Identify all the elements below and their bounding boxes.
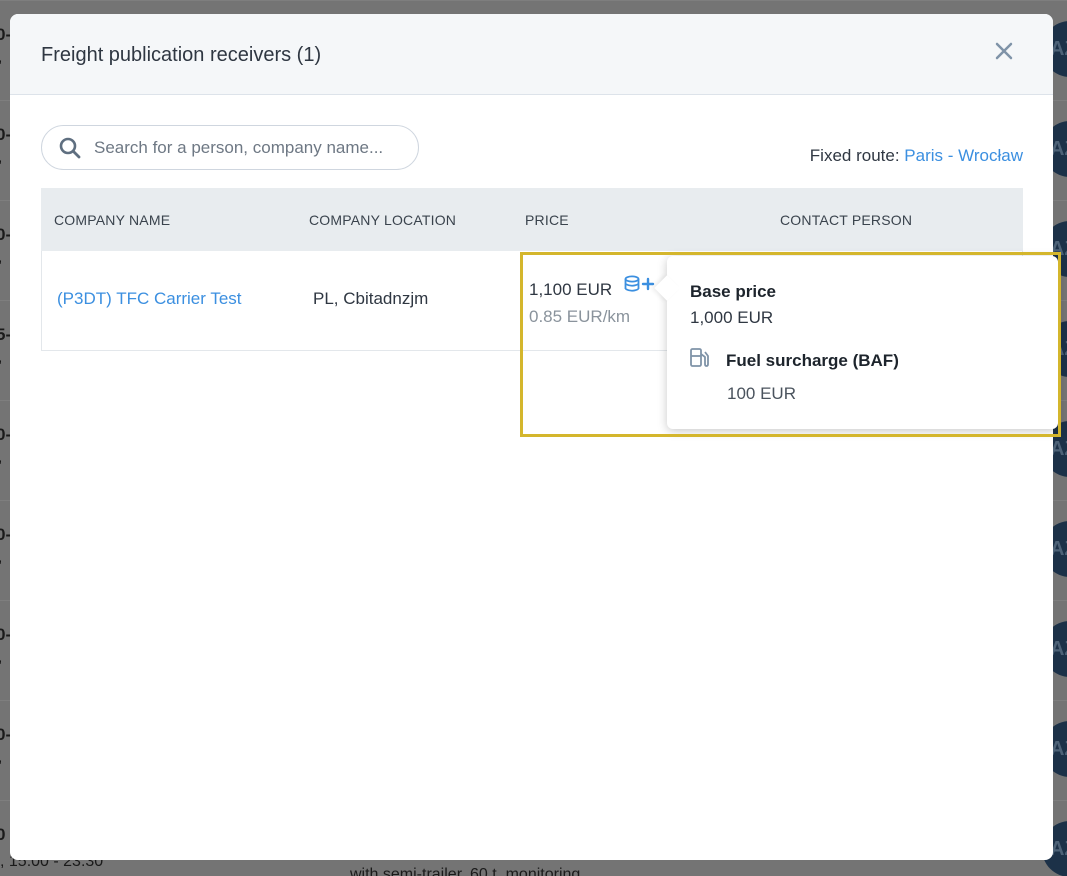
header-price[interactable]: PRICE: [525, 212, 569, 228]
price-per-km: 0.85 EUR/km: [529, 307, 631, 326]
header-company-name[interactable]: COMPANY NAME: [54, 212, 170, 228]
coins-plus-icon[interactable]: [623, 275, 657, 295]
company-location: PL, Cbitadnzjm: [313, 289, 429, 308]
fixed-route: Fixed route: Paris - Wrocław: [810, 146, 1023, 166]
base-price-value: 1,000 EUR: [690, 308, 774, 327]
modal-header: Freight publication receivers (1): [10, 14, 1053, 95]
fuel-surcharge-title: Fuel surcharge (BAF): [726, 351, 899, 370]
close-button[interactable]: [991, 38, 1017, 64]
background-text: ,: [0, 449, 2, 467]
header-company-location[interactable]: COMPANY LOCATION: [309, 212, 456, 228]
background-text: ,: [0, 49, 2, 67]
company-name-link[interactable]: (P3DT) TFC Carrier Test: [57, 289, 242, 309]
header-contact-person[interactable]: CONTACT PERSON: [780, 212, 912, 228]
fuel-surcharge-value: 100 EUR: [727, 384, 796, 403]
background-text: ,: [0, 149, 2, 167]
price-breakdown-popover: Base price 1,000 EUR Fuel surcharge (BAF…: [654, 256, 1058, 429]
background-text: ,: [0, 249, 2, 267]
search-field[interactable]: [41, 125, 419, 170]
modal-title: Freight publication receivers (1): [41, 44, 322, 66]
background-text: ,: [0, 649, 2, 667]
search-icon: [59, 137, 81, 159]
base-price-title: Base price: [690, 282, 776, 301]
table-header: COMPANY NAME COMPANY LOCATION PRICE CONT…: [41, 188, 1023, 251]
background-text: ,: [0, 749, 2, 767]
background-text: ,: [0, 549, 2, 567]
price-total: 1,100 EUR: [529, 280, 613, 299]
close-icon: [995, 42, 1013, 60]
fuel-pump-icon: [690, 348, 709, 367]
fixed-route-label: Fixed route:: [809, 146, 900, 165]
background-text: 0: [0, 825, 6, 844]
fixed-route-link[interactable]: Paris - Wrocław: [904, 146, 1023, 165]
freight-receivers-modal: Freight publication receivers (1) Fixed …: [10, 14, 1053, 860]
background-description-text: with semi-trailer, 60 t, monitoring: [350, 866, 581, 876]
search-input[interactable]: [94, 126, 409, 169]
background-text: ,: [0, 349, 2, 367]
